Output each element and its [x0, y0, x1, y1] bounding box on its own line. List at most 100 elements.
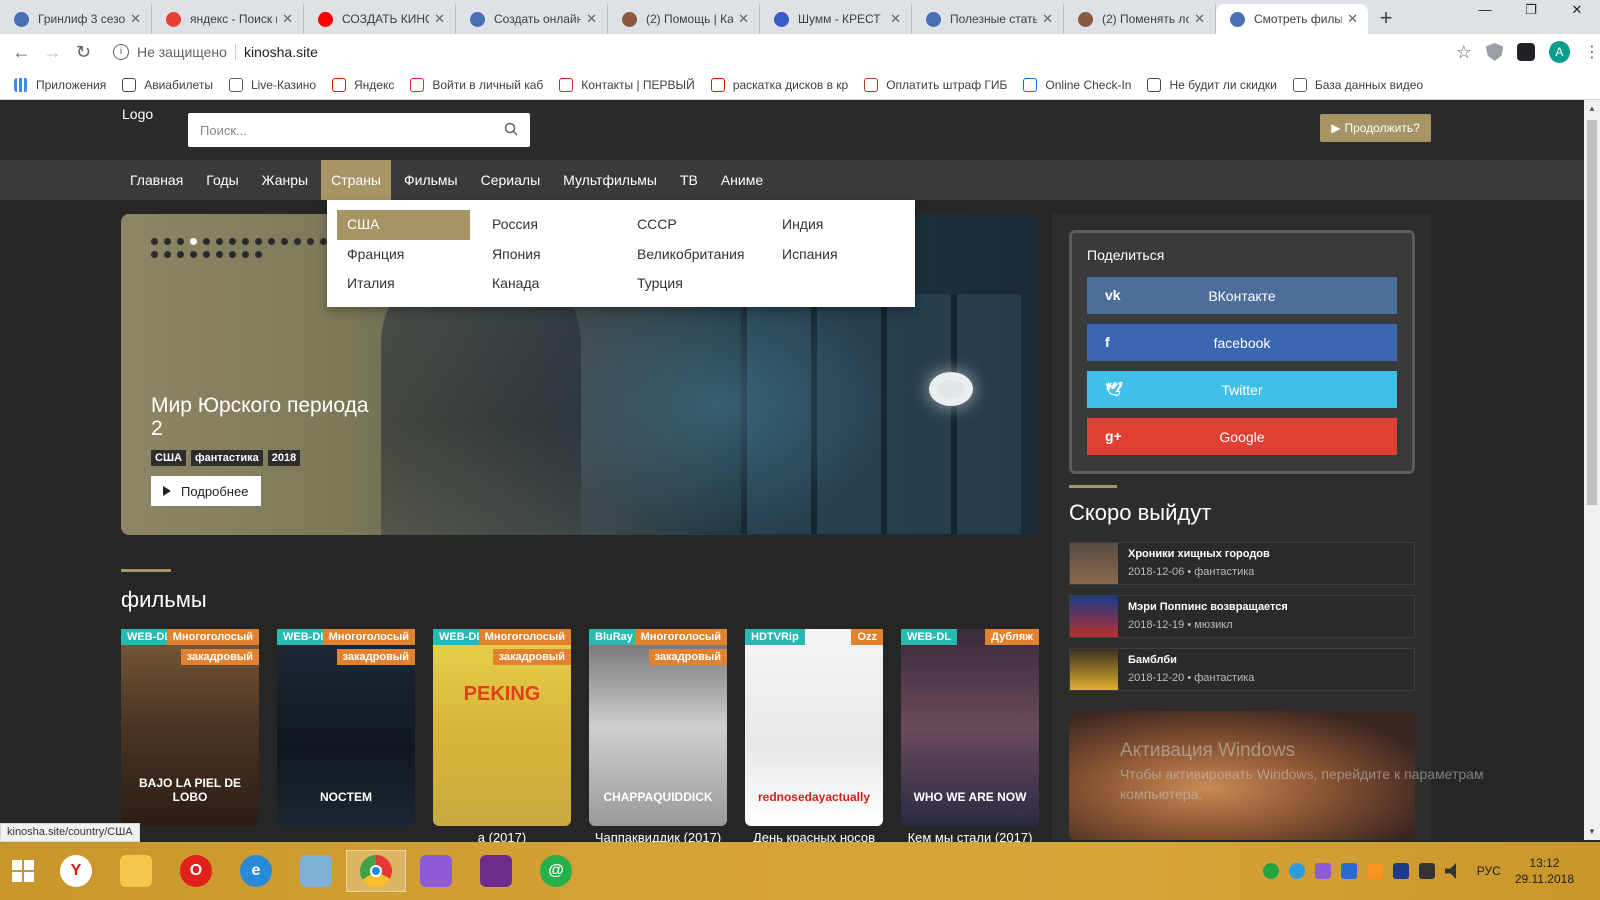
browser-tab[interactable]: Шумм - КРЕСТ ✕	[760, 4, 912, 34]
nav-item[interactable]: Главная	[120, 160, 193, 200]
nav-item[interactable]: Жанры	[252, 160, 318, 200]
country-item[interactable]: СССР	[627, 210, 772, 240]
slider-dot[interactable]	[190, 251, 197, 258]
film-card[interactable]: WEB-DL Многоголосый закадровый BAJO LA PIEL…	[121, 629, 259, 826]
start-button[interactable]	[0, 850, 46, 892]
nav-item[interactable]: Мультфильмы	[553, 160, 667, 200]
browser-tab[interactable]: (2) Помощь | Как ✕	[608, 4, 760, 34]
upcoming-item[interactable]: Бамблби 2018-12-20 • фантастика	[1069, 648, 1415, 691]
pen-icon[interactable]	[1314, 863, 1331, 879]
bookmark-item[interactable]: Live-Казино	[228, 77, 316, 92]
country-item[interactable]: Япония	[482, 240, 627, 270]
slider-dot[interactable]	[216, 251, 223, 258]
bookmark-item[interactable]: раскатка дисков в кр	[710, 77, 848, 92]
share-google-button[interactable]: g+ Google	[1087, 418, 1397, 455]
country-item[interactable]: Россия	[482, 210, 627, 240]
extension-icon[interactable]	[1517, 43, 1535, 61]
browser-tab[interactable]: Гринлиф 3 сезон ✕	[0, 4, 152, 34]
taskbar-mail[interactable]: @	[526, 850, 586, 892]
close-tab-icon[interactable]: ✕	[890, 11, 901, 27]
bookmark-item[interactable]: Яндекс	[332, 77, 394, 92]
film-card[interactable]: WEB-DL Многоголосый закадровый NOCTEM	[277, 629, 415, 826]
bookmark-item[interactable]: Войти в личный каб	[410, 77, 543, 92]
country-item[interactable]: Индия	[772, 210, 917, 240]
slider-dot[interactable]	[268, 238, 275, 245]
search-icon[interactable]	[504, 122, 518, 136]
reload-icon[interactable]: ↻	[68, 42, 99, 63]
close-tab-icon[interactable]: ✕	[738, 11, 749, 27]
bookmark-item[interactable]: Контакты | ПЕРВЫЙ	[559, 77, 695, 92]
browser-tab[interactable]: Создать онлайн кинотеатр ✕	[456, 4, 608, 34]
system-clock[interactable]: 13:12 29.11.2018	[1515, 855, 1574, 887]
close-tab-icon[interactable]: ✕	[282, 11, 293, 27]
close-tab-icon[interactable]: ✕	[586, 11, 597, 27]
shield-extension-icon[interactable]	[1485, 43, 1504, 61]
url-text[interactable]: kinosha.site	[244, 44, 318, 60]
taskbar-yandex-browser[interactable]: Y	[46, 850, 106, 892]
continue-button[interactable]: ▶ Продолжить?	[1320, 114, 1431, 142]
skype-icon[interactable]	[1288, 863, 1305, 879]
search-input[interactable]	[200, 122, 490, 138]
nav-item[interactable]: Сериалы	[471, 160, 551, 200]
menu-kebab-icon[interactable]: ⋮	[1584, 42, 1600, 62]
film-card[interactable]: WEB-DL Дубляж WHO WE ARE NOW Кем мы стали (…	[901, 629, 1039, 845]
close-window-icon[interactable]: ✕	[1554, 0, 1600, 22]
upcoming-title[interactable]: Мэри Поппинс возвращается	[1128, 601, 1288, 613]
ru-icon[interactable]	[1392, 863, 1409, 879]
new-tab-icon[interactable]: +	[1368, 4, 1404, 34]
country-item[interactable]: Франция	[337, 240, 482, 270]
film-card[interactable]: WEB-DL Многоголосый закадровый PEKING а (201…	[433, 629, 571, 845]
hero-tag[interactable]: 2018	[267, 450, 301, 466]
nav-item[interactable]: Годы	[196, 160, 248, 200]
slider-dot[interactable]	[229, 251, 236, 258]
browser-tab[interactable]: Полезные статьи ✕	[912, 4, 1064, 34]
nav-item[interactable]: ТВ	[670, 160, 708, 200]
taskbar-winrar[interactable]	[466, 850, 526, 892]
slider-dot[interactable]	[177, 251, 184, 258]
country-item[interactable]: Канада	[482, 269, 627, 299]
hero-tag[interactable]: США	[151, 450, 186, 466]
volume-icon[interactable]	[1444, 863, 1456, 879]
share-twitter-button[interactable]: 🕊 Twitter	[1087, 371, 1397, 408]
slider-dot[interactable]	[294, 238, 301, 245]
slider-dot[interactable]	[164, 238, 171, 245]
country-item[interactable]: Турция	[627, 269, 772, 299]
nav-item[interactable]: Фильмы	[394, 160, 468, 200]
bookmark-item[interactable]: Оплатить штраф ГИБ	[864, 77, 1007, 92]
language-indicator[interactable]: РУС	[1477, 864, 1501, 878]
whatsapp-icon[interactable]	[1262, 863, 1279, 879]
taskbar-chrome[interactable]	[346, 850, 406, 892]
slider-dot[interactable]	[164, 251, 171, 258]
site-info-icon[interactable]: i	[112, 44, 129, 60]
country-item[interactable]: Италия	[337, 269, 482, 299]
hero-more-button[interactable]: Подробнее	[151, 476, 261, 506]
close-tab-icon[interactable]: ✕	[1347, 11, 1358, 27]
bookmark-item[interactable]: Не будит ли скидки	[1147, 77, 1277, 92]
profile-avatar[interactable]: A	[1548, 41, 1571, 63]
country-item[interactable]: США	[337, 210, 470, 240]
hero-title[interactable]: Мир Юрского периода 2	[151, 394, 371, 440]
share-facebook-button[interactable]: f facebook	[1087, 324, 1397, 361]
slider-dot[interactable]	[281, 238, 288, 245]
hero-tag[interactable]: фантастика	[190, 450, 263, 466]
taskbar-explorer[interactable]	[106, 850, 166, 892]
bookmark-item[interactable]: Online Check-In	[1023, 77, 1131, 92]
taskbar-feather[interactable]	[406, 850, 466, 892]
bookmark-item[interactable]: База данных видео	[1292, 77, 1423, 92]
bookmark-star-icon[interactable]: ☆	[1456, 42, 1472, 63]
slider-dot[interactable]	[307, 238, 314, 245]
slider-dot[interactable]	[151, 238, 158, 245]
slider-dot[interactable]	[255, 251, 262, 258]
close-tab-icon[interactable]: ✕	[434, 11, 445, 27]
taskbar-opera[interactable]: O	[166, 850, 226, 892]
browser-tab[interactable]: Смотреть фильмы ✕	[1216, 4, 1368, 34]
slider-dot[interactable]	[242, 238, 249, 245]
slider-dot[interactable]	[203, 238, 210, 245]
film-card[interactable]: HDTVRip Ozz rednosedayactually День красных…	[745, 629, 883, 845]
film-card[interactable]: BluRay Многоголосый закадровый CHAPPAQUIDDI…	[589, 629, 727, 845]
scroll-thumb[interactable]	[1587, 120, 1597, 505]
nav-item[interactable]: Аниме	[711, 160, 773, 200]
slider-dot[interactable]	[203, 251, 210, 258]
browser-tab[interactable]: (2) Поменять логотип ✕	[1064, 4, 1216, 34]
minimize-icon[interactable]: —	[1462, 0, 1508, 22]
